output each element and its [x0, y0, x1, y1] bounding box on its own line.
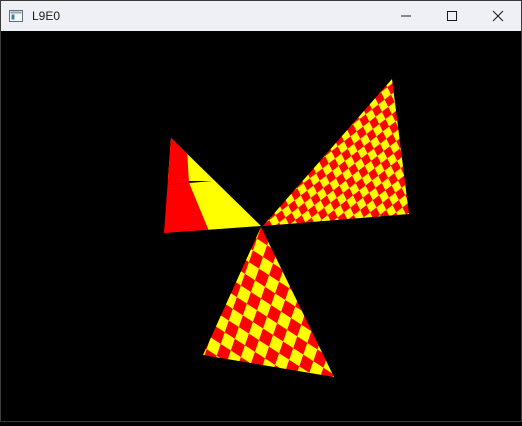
maximize-button[interactable]: [429, 1, 475, 31]
application-window: L9E0: [0, 0, 522, 422]
close-button[interactable]: [475, 1, 521, 31]
minimize-icon: [401, 15, 411, 17]
app-window-icon: [9, 9, 23, 22]
minimize-button[interactable]: [383, 1, 429, 31]
render-canvas-area[interactable]: [1, 31, 521, 421]
scene-canvas[interactable]: [1, 31, 521, 421]
maximize-icon: [447, 11, 457, 21]
title-bar[interactable]: L9E0: [1, 1, 521, 31]
window-title: L9E0: [32, 9, 61, 23]
close-icon: [492, 10, 504, 22]
